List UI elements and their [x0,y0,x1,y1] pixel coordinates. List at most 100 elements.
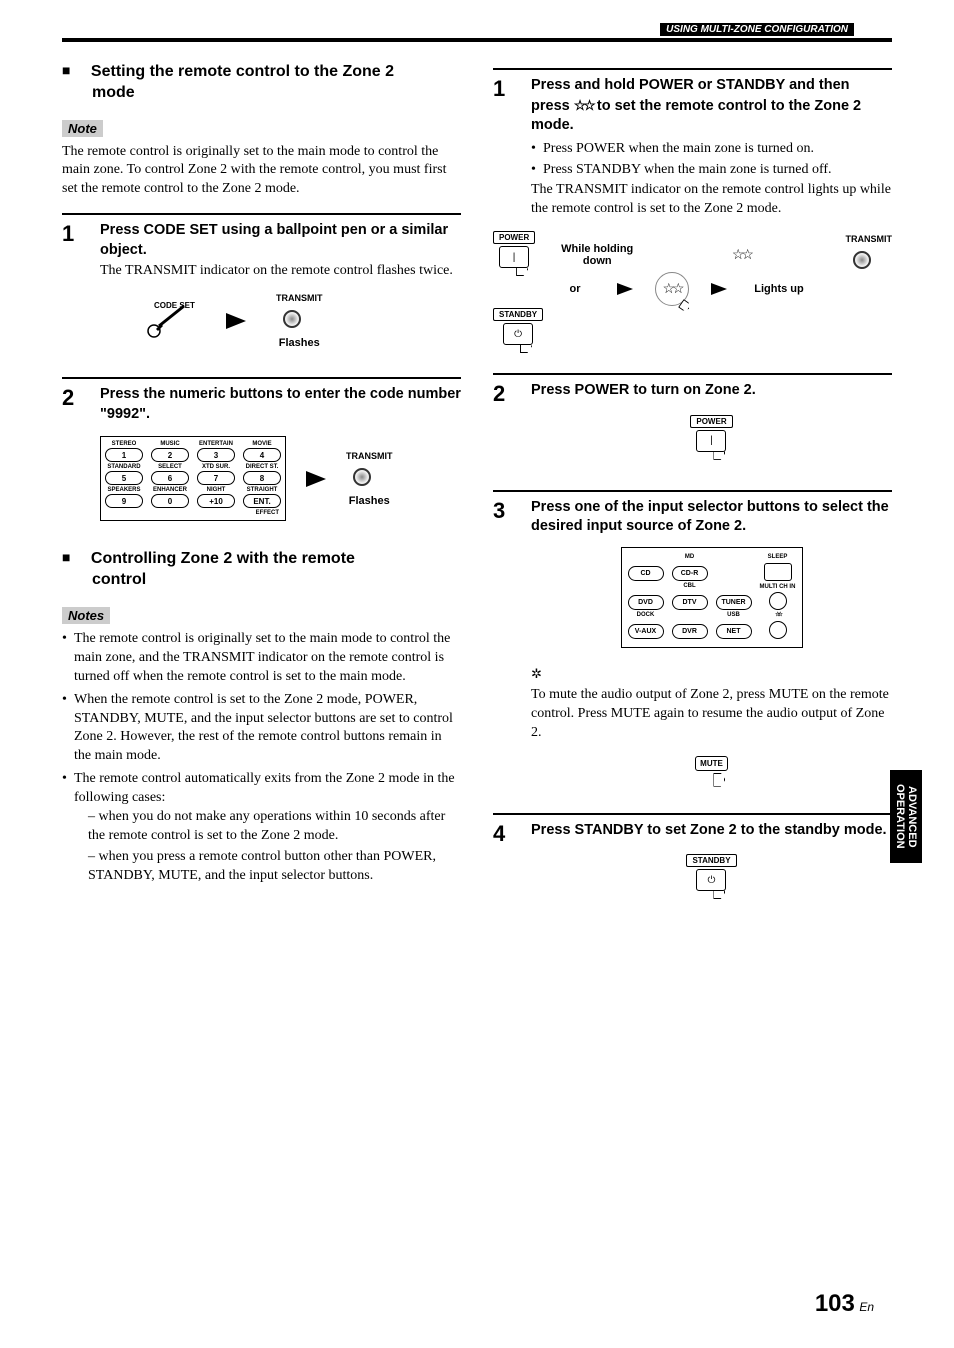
left-column: Setting the remote control to the Zone 2… [62,38,461,929]
arrow-right-icon [711,283,727,295]
bullet-item: Press STANDBY when the main zone is turn… [531,161,892,180]
step-head: Press STANDBY to set Zone 2 to the stand… [531,821,892,841]
step-text: The TRANSMIT indicator on the remote con… [100,262,461,281]
transmit-label: TRANSMIT [346,451,393,461]
sel-label: DOCK [628,612,664,618]
header-section-tag: USING MULTI-ZONE CONFIGURATION [660,23,854,36]
rule [62,377,461,379]
page-number: 103 En [815,1290,874,1318]
step-head: Press CODE SET using a ballpoint pen or … [100,221,461,260]
right-step-4: 4 Press STANDBY to set Zone 2 to the sta… [493,821,892,920]
step-number: 2 [62,385,82,539]
effect-label: EFFECT [105,510,281,516]
heading-line2: mode [92,83,461,104]
star-button-icon: ☆☆ [655,272,689,306]
page-number-value: 103 [815,1290,855,1317]
codeset-button-icon: CODE SET [136,301,196,341]
right-column: 1 Press and hold POWER or STANDBY and th… [493,38,892,929]
sel-label: MULTI CH IN [760,584,796,590]
step-head: Press and hold POWER or STANDBY and then… [531,76,892,136]
step-text: The TRANSMIT indicator on the remote con… [531,181,892,219]
kp-label: XTD SUR. [197,464,235,470]
sel-btn: CD [628,566,664,581]
note-item: The remote control automatically exits f… [62,770,461,885]
kp-label: ENTERTAIN [197,441,235,447]
kp-btn: 9 [105,494,143,508]
heading-setting-remote: Setting the remote control to the Zone 2… [62,62,461,104]
led-icon [346,461,378,493]
header-rule [62,38,892,42]
kp-btn: +10 [197,494,235,508]
led-icon [276,303,308,335]
step-number: 3 [493,498,513,803]
sel-label: ☆☆ [760,612,796,618]
note-text: The remote control automatically exits f… [74,771,455,805]
note-label: Note [62,120,103,137]
rule [493,490,892,492]
mute-button-icon: MUTE [695,756,728,785]
right-step-2: 2 Press POWER to turn on Zone 2. POWER | [493,381,892,480]
sidebar-tab: ADVANCED OPERATION [890,770,922,863]
power-standby-diagram: POWER | While holding down ☆☆ TRANSMIT [493,231,892,355]
heading-line2: control [92,570,461,591]
kp-label: STEREO [105,441,143,447]
sleep-button-icon [764,563,792,581]
power-label: POWER [690,415,732,428]
arrow-right-icon [306,471,326,487]
codeset-label: CODE SET [154,301,195,310]
star-icon: ☆☆ [662,281,681,298]
sel-btn: DVD [628,595,664,610]
step-number: 2 [493,381,513,480]
rule [493,68,892,70]
step-head: Press the numeric buttons to enter the c… [100,385,461,424]
or-label: or [555,283,595,295]
multich-button-icon [769,592,787,610]
heading-controlling-zone2: Controlling Zone 2 with the remote contr… [62,549,461,591]
tip-icon: ✲ [531,666,892,682]
power-button-icon: POWER | [690,415,732,462]
left-step-1: 1 Press CODE SET using a ballpoint pen o… [62,221,461,367]
kp-btn: 6 [151,471,189,485]
flashes-label: Flashes [276,337,323,349]
sel-btn: V-AUX [628,624,664,639]
right-step-1: 1 Press and hold POWER or STANDBY and th… [493,76,892,219]
heading-line1: Setting the remote control to the Zone 2 [91,63,394,80]
side-tab-b: OPERATION [894,784,906,849]
sel-btn: DVR [672,624,708,639]
kp-label: STANDARD [105,464,143,470]
keypad-diagram: STEREO1 MUSIC2 ENTERTAIN3 MOVIE4 STANDAR… [100,436,461,521]
bullet-item: Press POWER when the main zone is turned… [531,140,892,159]
page-number-suffix: En [859,1300,874,1314]
sel-btn: TUNER [716,595,752,610]
sel-btn: CD-R [672,566,708,581]
flashes-label: Flashes [346,495,393,507]
left-step-2: 2 Press the numeric buttons to enter the… [62,385,461,539]
mute-label: MUTE [695,756,728,771]
kp-label: DIRECT ST. [243,464,281,470]
note-body: The remote control is originally set to … [62,143,461,200]
led-icon [846,244,878,276]
rule [493,813,892,815]
transmit-label: TRANSMIT [846,234,893,244]
holding-b: down [583,255,612,267]
kp-label: STRAIGHT [243,487,281,493]
note-item: When the remote control is set to the Zo… [62,691,461,767]
side-tab-a: ADVANCED [906,786,918,848]
standby-button-icon: STANDBY ⏻ [493,308,543,355]
kp-label: SELECT [151,464,189,470]
arrow-right-icon [617,283,633,295]
step-head: Press POWER to turn on Zone 2. [531,381,892,401]
lights-up-label: Lights up [749,283,809,295]
kp-label: SPEAKERS [105,487,143,493]
kp-btn: ENT. [243,494,281,508]
kp-btn: 2 [151,448,189,462]
star-button-icon [769,621,787,639]
power-label: POWER [493,231,535,244]
step-number: 1 [493,76,513,219]
holding-a: While holding [561,243,633,255]
kp-btn: 0 [151,494,189,508]
note-subitem: when you do not make any operations with… [74,808,461,846]
right-step-3: 3 Press one of the input selector button… [493,498,892,803]
notes-list: The remote control is originally set to … [62,630,461,886]
step-number: 1 [62,221,82,367]
